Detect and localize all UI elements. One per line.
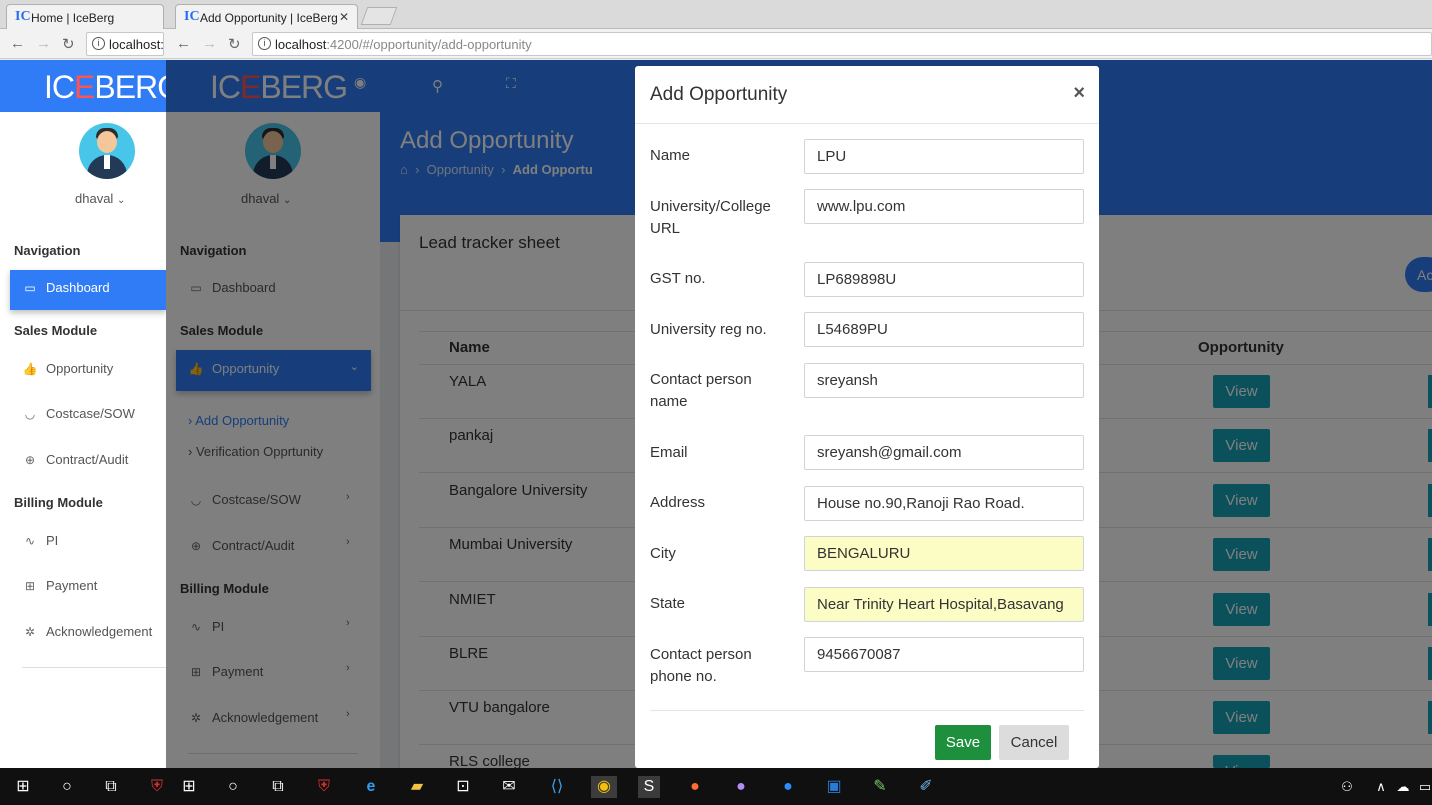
toolbar-left: ← → ↻ i localhost: [0,29,166,59]
label-reg-no: University reg no. [650,321,767,338]
file-explorer-icon[interactable]: ▰ [406,776,428,798]
onedrive-icon[interactable]: ☁ [1392,776,1414,798]
sidebar-item-dashboard[interactable]: ▭Dashboard [10,270,166,310]
sidebar-item-pi[interactable]: ∿PI [22,533,58,548]
browser-tab-home[interactable]: IC Home | IceBerg [6,4,164,29]
info-icon: i [258,37,271,50]
label-name: Name [650,147,691,164]
address-field[interactable]: House no.90,Ranoji Rao Road. [804,486,1084,521]
address-bar-left[interactable]: i localhost: [86,32,164,56]
close-tab-icon[interactable]: ✕ [339,10,349,24]
github-icon[interactable]: ● [730,776,752,798]
notepad-icon[interactable]: ✎ [869,776,891,798]
paint-icon[interactable]: ✐ [915,776,937,798]
label-url: University/College URL [650,198,771,237]
phone-field[interactable]: 9456670087 [804,637,1084,672]
city-field[interactable]: BENGALURU [804,536,1084,571]
sublime-icon[interactable]: S [638,776,660,798]
forward-icon[interactable]: → [36,35,51,52]
iceberg-favicon-icon: IC [184,9,200,24]
sidebar-item-payment[interactable]: ⊞Payment [22,578,97,593]
mcafee-icon[interactable]: ⛨ [313,776,335,798]
url-field[interactable]: www.lpu.com [804,189,1084,224]
modal-title: Add Opportunity [650,84,788,105]
toolbar-right: ← → ↻ i localhost:4200/#/opportunity/add… [166,29,1432,59]
iceberg-favicon-icon: IC [15,9,31,24]
add-opportunity-modal: Add Opportunity × Name LPU University/Co… [635,66,1099,768]
info-icon: i [92,37,105,50]
mcafee-icon[interactable]: ⛨ [146,776,168,798]
divider [22,667,166,668]
forward-icon[interactable]: → [202,35,217,52]
label-address: Address [650,494,706,511]
chevron-down-icon: ⌄ [116,195,126,206]
cortana-icon[interactable]: ○ [56,776,78,798]
close-icon[interactable]: × [1073,82,1085,105]
brand-bar-left: ICEBERG [0,60,182,112]
gst-field[interactable]: LP689898U [804,262,1084,297]
sidebar-left: dhaval ⌄ Navigation ▭ Dashboard Sales Mod… [0,112,166,768]
outlook-icon[interactable]: ▣ [823,776,845,798]
chrome-icon[interactable]: ◉ [591,776,617,798]
battery-icon[interactable]: ▭ [1414,776,1432,798]
vscode-icon[interactable]: ⟨⟩ [546,776,568,798]
box-icon: ◡ [24,407,36,421]
sidebar-item-acknowledgement[interactable]: ✲Acknowledgement [22,624,152,639]
email-field[interactable]: sreyansh@gmail.com [804,435,1084,470]
mail-icon[interactable]: ✉ [498,776,520,798]
sidebar-item-contract[interactable]: ⊕Contract/Audit [22,452,128,467]
back-icon[interactable]: ← [10,35,25,52]
pulse-icon: ∿ [24,534,36,548]
edge-browser-icon[interactable]: e [360,776,382,798]
section-navigation: Navigation [14,243,81,258]
cortana-icon[interactable]: ○ [222,776,244,798]
name-field[interactable]: LPU [804,139,1084,174]
label-state: State [650,595,686,612]
label-gst: GST no. [650,270,706,287]
address-bar[interactable]: i localhost:4200/#/opportunity/add-oppor… [252,32,1432,56]
store-icon[interactable]: ⊡ [452,776,474,798]
people-icon[interactable]: ⚇ [1336,776,1358,798]
label-contact-name: Contact person name [650,371,752,410]
sidebar-item-opportunity[interactable]: 👍 Opportunity [22,361,114,376]
task-view-icon[interactable]: ⧉ [267,776,289,798]
windows-start-icon[interactable]: ⊞ [178,776,200,798]
thumbs-up-icon: 👍 [22,362,38,376]
sidebar-item-costcase[interactable]: ◡Costcase/SOW [22,406,135,421]
windows-start-icon[interactable]: ⊞ [12,776,34,798]
section-sales: Sales Module [14,323,98,338]
state-field[interactable]: Near Trinity Heart Hospital,Basavang [804,587,1084,622]
modal-header: Add Opportunity × [635,66,1099,124]
crosshair-icon: ⊕ [24,453,36,467]
browser-tab-add-opportunity[interactable]: IC Add Opportunity | IceBerg ✕ [175,4,358,29]
zoom-icon[interactable]: ● [777,776,799,798]
brand-logo[interactable]: ICEBERG [44,69,182,106]
contact-name-field[interactable]: sreyansh [804,363,1084,398]
reg-no-field[interactable]: L54689PU [804,312,1084,347]
chip-icon: ⊞ [24,579,36,593]
section-billing: Billing Module [14,495,103,510]
postman-icon[interactable]: ● [684,776,706,798]
modal-footer-divider [650,710,1084,711]
user-name[interactable]: dhaval ⌄ [75,191,125,206]
avatar[interactable] [79,123,135,179]
label-email: Email [650,444,688,461]
save-button[interactable]: Save [935,725,991,760]
tray-up-icon[interactable]: ∧ [1370,776,1392,798]
calendar-icon: ▭ [24,281,36,295]
taskbar: ⊞ ○ ⧉ ⛨ ⊞ ○ ⧉ ⛨ e ▰ ⊡ ✉ ⟨⟩ ◉ S ● ● ● ▣ ✎… [0,768,1432,805]
back-icon[interactable]: ← [176,35,191,52]
cancel-button[interactable]: Cancel [999,725,1069,760]
task-view-icon[interactable]: ⧉ [100,776,122,798]
reload-icon[interactable]: ↻ [228,35,241,53]
reload-icon[interactable]: ↻ [62,35,75,53]
label-city: City [650,545,676,562]
label-phone: Contact person phone no. [650,646,752,685]
aperture-icon: ✲ [24,625,36,639]
